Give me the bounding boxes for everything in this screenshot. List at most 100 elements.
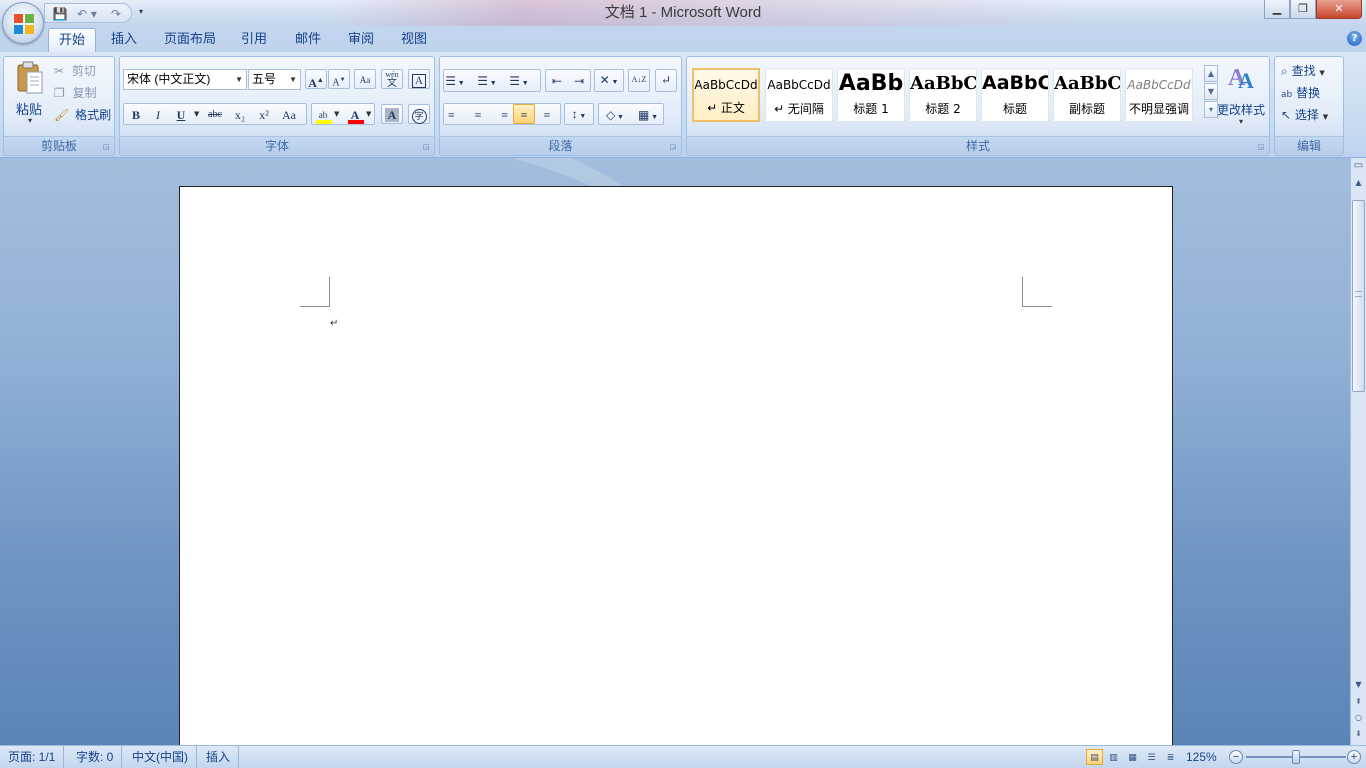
tab-home[interactable]: 开始 [48, 28, 96, 52]
document-page[interactable]: ↵ [179, 186, 1173, 745]
office-button[interactable] [2, 2, 44, 44]
customize-qat-button[interactable]: ▾ [139, 5, 149, 19]
close-button[interactable]: ✕ [1316, 0, 1362, 19]
shading-button[interactable]: ◇ ▼ [600, 104, 630, 124]
increase-indent-button[interactable]: ⇥ [568, 70, 590, 90]
replace-icon: ab [1281, 90, 1293, 100]
italic-button[interactable]: I [147, 104, 169, 124]
tab-view[interactable]: 视图 [392, 28, 436, 52]
decrease-indent-button[interactable]: ⇤ [546, 70, 568, 90]
font-name-combo[interactable]: 宋体 (中文正文) ▼ [123, 69, 247, 90]
style-heading-1[interactable]: AaBb 标题 1 [837, 68, 905, 122]
find-button[interactable]: ⌕ 查找 ▼ [1281, 62, 1325, 79]
paste-button[interactable]: 粘贴 ▾ [8, 59, 52, 133]
phonetic-guide-button[interactable]: wén 文 [381, 69, 403, 89]
replace-button[interactable]: ab 替换 [1281, 84, 1320, 101]
styles-dialog-launcher-icon[interactable]: ◲ [1256, 142, 1266, 152]
style-title[interactable]: AaBbC 标题 [981, 68, 1049, 122]
grow-font-button[interactable]: A▲ [305, 69, 327, 90]
clipboard-dialog-launcher-icon[interactable]: ◲ [101, 142, 111, 152]
highlight-button[interactable]: ab [312, 104, 334, 124]
browse-object-button[interactable]: ○ [1351, 710, 1366, 726]
format-painter-button[interactable]: 🖌 格式刷 [54, 106, 111, 123]
show-hide-marks-button[interactable]: ↵ [655, 69, 677, 92]
underline-button[interactable]: U [170, 104, 192, 124]
center-button[interactable]: ≡ [467, 104, 489, 124]
scroll-thumb[interactable] [1352, 200, 1365, 392]
borders-button[interactable]: ▦ ▼ [633, 104, 663, 124]
superscript-button[interactable]: x² [253, 104, 275, 124]
zoom-slider-thumb[interactable] [1292, 750, 1300, 764]
style-subtle-emphasis[interactable]: AaBbCcDd 不明显强调 [1125, 68, 1193, 122]
previous-page-button[interactable]: ⇞ [1351, 694, 1366, 710]
scroll-down-button[interactable]: ▼ [1351, 677, 1366, 693]
multilevel-list-button[interactable]: ☰ ▼ [508, 70, 530, 90]
status-bar: 页面: 1/1 字数: 0 中文(中国) 插入 ▤ ▥ ▦ ☰ ≣ 125% −… [0, 745, 1366, 768]
maximize-button[interactable]: ❐ [1290, 0, 1316, 19]
tab-mailings[interactable]: 邮件 [286, 28, 330, 52]
redo-button[interactable]: ↷ [107, 6, 125, 22]
font-dialog-launcher-icon[interactable]: ◲ [421, 142, 431, 152]
style-normal[interactable]: AaBbCcDd ↵ 正文 [692, 68, 760, 122]
print-layout-view-icon[interactable]: ▤ [1086, 749, 1103, 765]
bullets-button[interactable]: ☰ ▼ [444, 70, 466, 90]
full-screen-reading-view-icon[interactable]: ▥ [1105, 749, 1122, 765]
font-color-button[interactable]: A [344, 104, 366, 124]
style-subtitle[interactable]: AaBbC 副标题 [1053, 68, 1121, 122]
clear-formatting-button[interactable]: Aa [354, 69, 376, 89]
character-border-button[interactable]: A [408, 69, 430, 89]
tab-page-layout[interactable]: 页面布局 [156, 28, 224, 52]
enclose-characters-button[interactable]: 字 [408, 104, 430, 124]
line-spacing-button[interactable]: ↕ ▼ [564, 103, 594, 125]
distributed-button[interactable]: ≡ [536, 104, 558, 124]
style-name: 不明显强调 [1128, 102, 1189, 116]
web-layout-view-icon[interactable]: ▦ [1124, 749, 1141, 765]
numbering-button[interactable]: ☰ ▼ [476, 70, 498, 90]
shrink-font-button[interactable]: A▼ [328, 69, 350, 89]
zoom-out-button[interactable]: − [1229, 750, 1243, 764]
vertical-scrollbar[interactable]: ▭ ▲ ▼ ⇞ ○ ⇟ [1350, 158, 1366, 745]
justify-button[interactable]: ≡ [513, 104, 535, 124]
zoom-in-button[interactable]: + [1347, 750, 1361, 764]
character-shading-button[interactable]: A [381, 104, 403, 124]
strikethrough-button[interactable]: abc [204, 104, 226, 124]
chinese-layout-button[interactable]: ✕ ▼ [594, 69, 624, 92]
find-label: 查找 [1291, 64, 1316, 78]
save-icon[interactable]: 💾 [51, 6, 69, 22]
outline-view-icon[interactable]: ☰ [1143, 749, 1160, 765]
style-name: 标题 2 [925, 102, 961, 116]
phonetic-guide-char: 文 [387, 78, 397, 89]
cut-button[interactable]: ✂ 剪切 [54, 62, 96, 79]
scroll-up-button[interactable]: ▲ [1351, 175, 1366, 191]
help-icon[interactable]: ? [1347, 31, 1362, 46]
align-right-button[interactable]: ≡ [490, 104, 512, 124]
tab-review[interactable]: 审阅 [339, 28, 383, 52]
font-size-combo[interactable]: 五号 ▼ [248, 69, 301, 90]
tab-insert[interactable]: 插入 [100, 28, 148, 52]
undo-button[interactable]: ↶ ▾ [73, 6, 101, 22]
copy-button[interactable]: ❐ 复制 [54, 84, 97, 101]
draft-view-icon[interactable]: ≣ [1162, 749, 1179, 765]
status-page[interactable]: 页面: 1/1 [0, 746, 65, 768]
change-styles-button[interactable]: A A 更改样式 ▾ [1214, 59, 1270, 131]
change-case-button[interactable]: Aa [278, 104, 300, 124]
zoom-level[interactable]: 125% [1186, 746, 1217, 768]
underline-dropdown-icon[interactable]: ▼ [194, 110, 199, 118]
font-color-dropdown-icon[interactable]: ▼ [366, 110, 371, 118]
sort-button[interactable]: A↓Z [628, 69, 650, 92]
highlight-dropdown-icon[interactable]: ▼ [334, 110, 339, 118]
status-language[interactable]: 中文(中国) [124, 746, 197, 768]
minimize-button[interactable]: ▁ [1264, 0, 1290, 19]
status-insert-mode[interactable]: 插入 [198, 746, 240, 768]
subscript-button[interactable]: x₂ [229, 104, 251, 124]
style-heading-2[interactable]: AaBbC 标题 2 [909, 68, 977, 122]
next-page-button[interactable]: ⇟ [1351, 726, 1366, 742]
paragraph-dialog-launcher-icon[interactable]: ◲ [668, 142, 678, 152]
bold-button[interactable]: B [125, 104, 147, 124]
status-word-count[interactable]: 字数: 0 [68, 746, 123, 768]
ruler-toggle-icon[interactable]: ▭ [1351, 158, 1366, 174]
select-button[interactable]: ↖ 选择 ▼ [1281, 106, 1328, 123]
style-no-spacing[interactable]: AaBbCcDd ↵ 无间隔 [765, 68, 833, 122]
tab-references[interactable]: 引用 [232, 28, 276, 52]
align-left-button[interactable]: ≡ [444, 104, 466, 124]
